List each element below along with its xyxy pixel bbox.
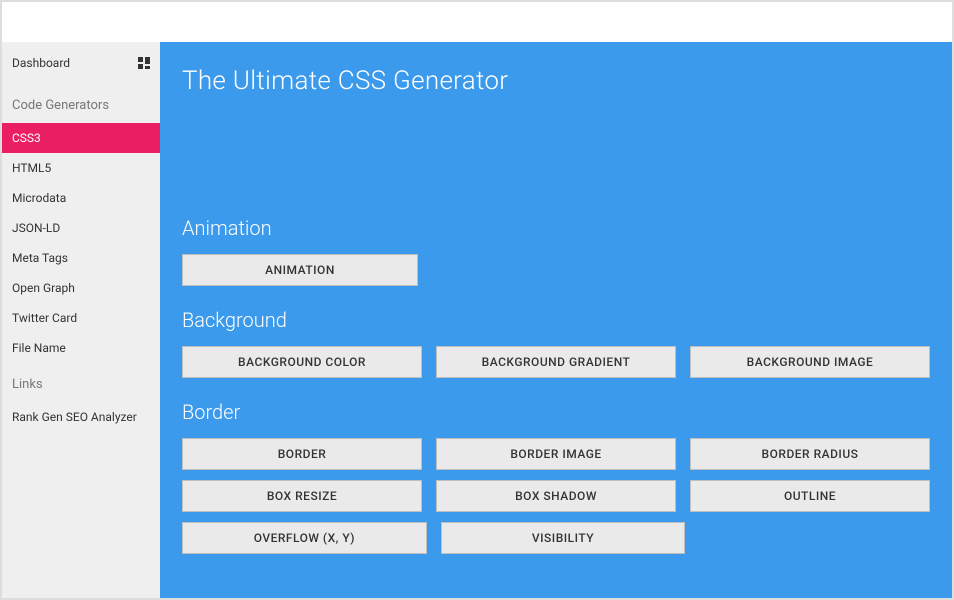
sidebar-item-label: CSS3 [12, 131, 41, 145]
sidebar-item-html5[interactable]: HTML5 [2, 153, 160, 183]
border-button[interactable]: BORDER [182, 438, 422, 470]
sidebar-item-label: JSON-LD [12, 221, 60, 235]
sidebar-item-dashboard[interactable]: Dashboard [2, 42, 160, 84]
sidebar-item-label: Microdata [12, 191, 66, 205]
layout: Dashboard Code Generators CSS3 HTML5 Mic… [2, 42, 952, 598]
sidebar-item-rank-gen-seo-analyzer[interactable]: Rank Gen SEO Analyzer [2, 402, 160, 432]
background-gradient-button[interactable]: BACKGROUND GRADIENT [436, 346, 676, 378]
sidebar-item-label: Dashboard [12, 56, 70, 70]
sidebar-item-css3[interactable]: CSS3 [2, 123, 160, 153]
sidebar-item-json-ld[interactable]: JSON-LD [2, 213, 160, 243]
background-image-button[interactable]: BACKGROUND IMAGE [690, 346, 930, 378]
sidebar-item-label: HTML5 [12, 161, 51, 175]
sidebar-item-label: Meta Tags [12, 251, 68, 265]
sidebar-item-twitter-card[interactable]: Twitter Card [2, 303, 160, 333]
sidebar-item-label: Twitter Card [12, 311, 77, 325]
section-background: Background BACKGROUND COLOR BACKGROUND G… [182, 308, 930, 378]
section-border: Border BORDER BORDER IMAGE BORDER RADIUS… [182, 400, 930, 554]
sidebar-item-label: Rank Gen SEO Analyzer [12, 410, 137, 424]
sidebar-item-label: File Name [12, 341, 66, 355]
section-heading: Animation [182, 216, 930, 240]
background-color-button[interactable]: BACKGROUND COLOR [182, 346, 422, 378]
box-shadow-button[interactable]: BOX SHADOW [436, 480, 676, 512]
button-row: BORDER BORDER IMAGE BORDER RADIUS [182, 438, 930, 470]
section-heading: Background [182, 308, 930, 332]
sidebar-item-file-name[interactable]: File Name [2, 333, 160, 363]
border-image-button[interactable]: BORDER IMAGE [436, 438, 676, 470]
button-row: BACKGROUND COLOR BACKGROUND GRADIENT BAC… [182, 346, 930, 378]
outline-button[interactable]: OUTLINE [690, 480, 930, 512]
sidebar-item-meta-tags[interactable]: Meta Tags [2, 243, 160, 273]
sidebar-section-heading-links: Links [2, 363, 160, 402]
page-title: The Ultimate CSS Generator [182, 66, 930, 96]
main-content: The Ultimate CSS Generator Animation ANI… [160, 42, 952, 598]
sidebar-item-microdata[interactable]: Microdata [2, 183, 160, 213]
section-heading: Border [182, 400, 930, 424]
button-row: OVERFLOW (X, Y) VISIBILITY [182, 522, 930, 554]
section-animation: Animation ANIMATION [182, 216, 930, 286]
border-radius-button[interactable]: BORDER RADIUS [690, 438, 930, 470]
visibility-button[interactable]: VISIBILITY [441, 522, 686, 554]
sidebar: Dashboard Code Generators CSS3 HTML5 Mic… [2, 42, 160, 598]
sidebar-section-heading-code-generators: Code Generators [2, 84, 160, 123]
dashboard-icon [138, 57, 150, 69]
spacer [699, 522, 930, 554]
button-row: BOX RESIZE BOX SHADOW OUTLINE [182, 480, 930, 512]
animation-button[interactable]: ANIMATION [182, 254, 418, 286]
box-resize-button[interactable]: BOX RESIZE [182, 480, 422, 512]
button-row: ANIMATION [182, 254, 930, 286]
sidebar-item-open-graph[interactable]: Open Graph [2, 273, 160, 303]
topbar [2, 2, 952, 42]
sidebar-item-label: Open Graph [12, 281, 75, 295]
overflow-button[interactable]: OVERFLOW (X, Y) [182, 522, 427, 554]
